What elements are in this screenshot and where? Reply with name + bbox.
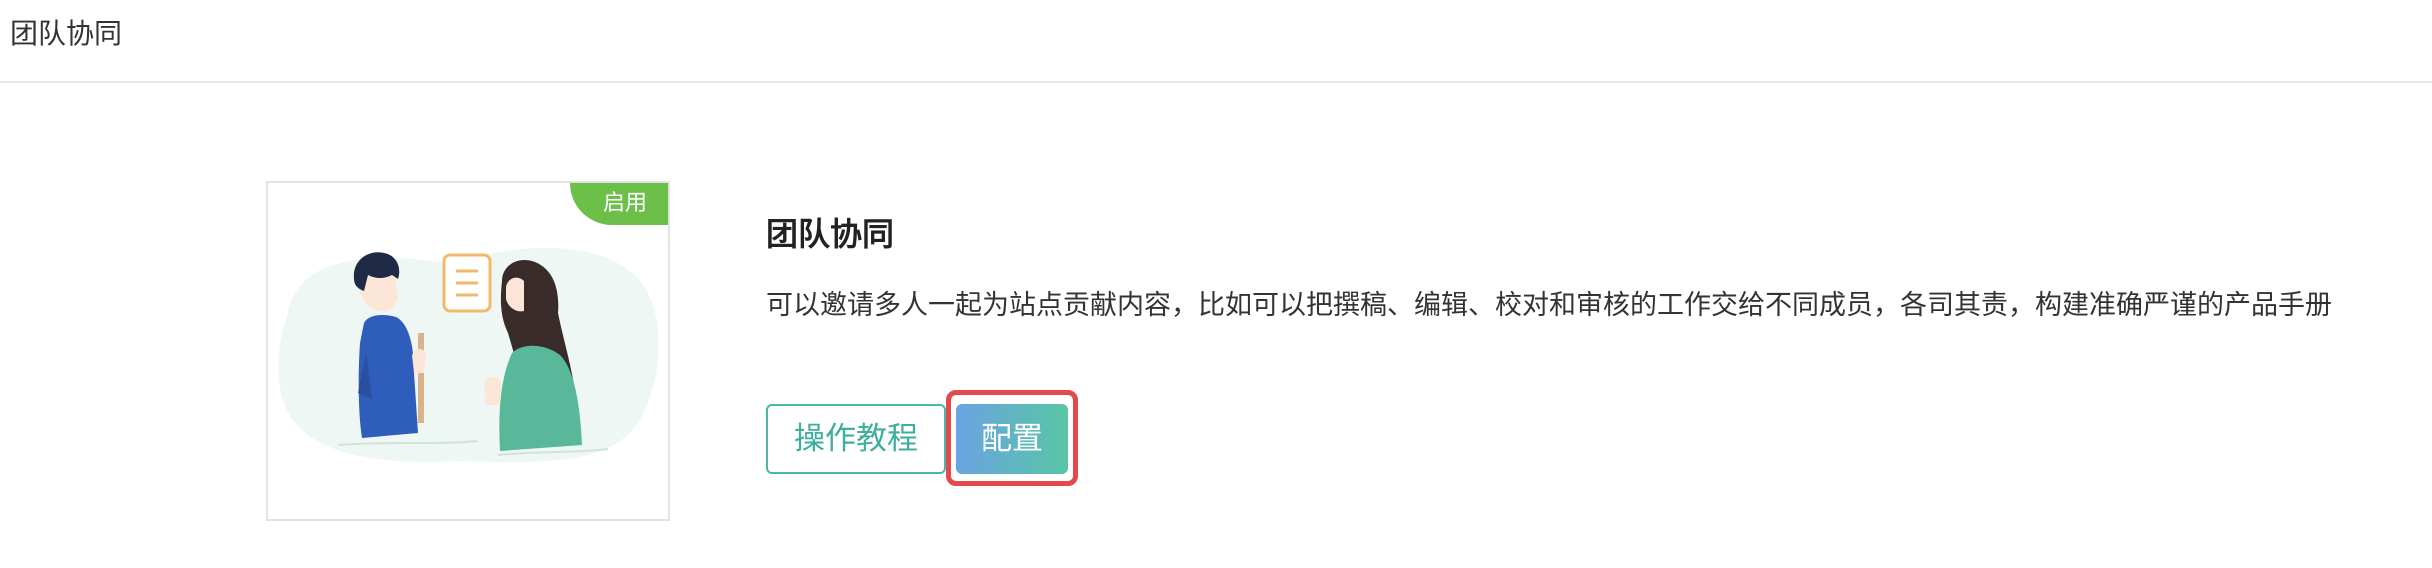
top-bar: 团队协同 [0, 0, 2432, 83]
app-page: 团队协同 启用 团队协同 可以邀请多人一起为站点贡献内容，比如可以把撰稿、编辑、… [0, 0, 2432, 568]
feature-description: 可以邀请多人一起为站点贡献内容，比如可以把撰稿、编辑、校对和审核的工作交给不同成… [766, 290, 2332, 321]
feature-title: 团队协同 [766, 215, 895, 253]
page-title: 团队协同 [10, 17, 123, 50]
feature-illustration-card: 启用 [266, 181, 670, 521]
team-collaboration-illustration [278, 247, 659, 463]
config-button[interactable]: 配置 [956, 404, 1068, 474]
tutorial-button[interactable]: 操作教程 [766, 404, 946, 474]
document-icon [442, 253, 492, 313]
